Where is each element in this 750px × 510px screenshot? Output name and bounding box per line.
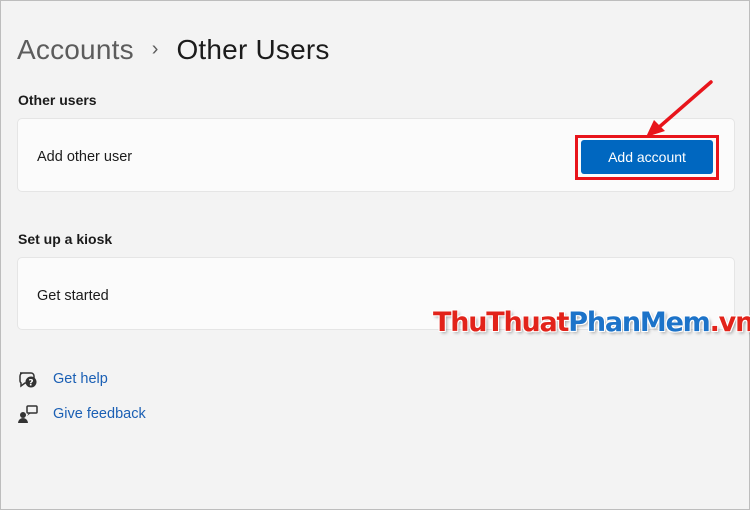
breadcrumb-accounts[interactable]: Accounts: [17, 34, 134, 66]
section-title-kiosk: Set up a kiosk: [18, 231, 113, 247]
give-feedback-link[interactable]: Give feedback: [53, 406, 146, 422]
feedback-icon: [17, 403, 39, 425]
get-started-label: Get started: [37, 288, 109, 304]
page-title: Other Users: [176, 34, 330, 65]
section-title-other-users: Other users: [18, 92, 97, 108]
breadcrumb: Accounts › Other Users: [17, 30, 330, 70]
settings-window: [0, 0, 750, 510]
add-account-button[interactable]: Add account: [581, 140, 713, 174]
get-help-link[interactable]: Get help: [53, 371, 108, 387]
give-feedback-link-row[interactable]: Give feedback: [17, 402, 146, 426]
help-chat-icon: ?: [17, 368, 39, 390]
get-help-link-row[interactable]: ? Get help: [17, 367, 108, 391]
add-other-user-label: Add other user: [37, 149, 133, 165]
svg-text:?: ?: [28, 379, 33, 389]
chevron-right-icon: ›: [151, 37, 159, 60]
watermark-logo: ThuThuatPhanMem.vn: [433, 307, 750, 338]
